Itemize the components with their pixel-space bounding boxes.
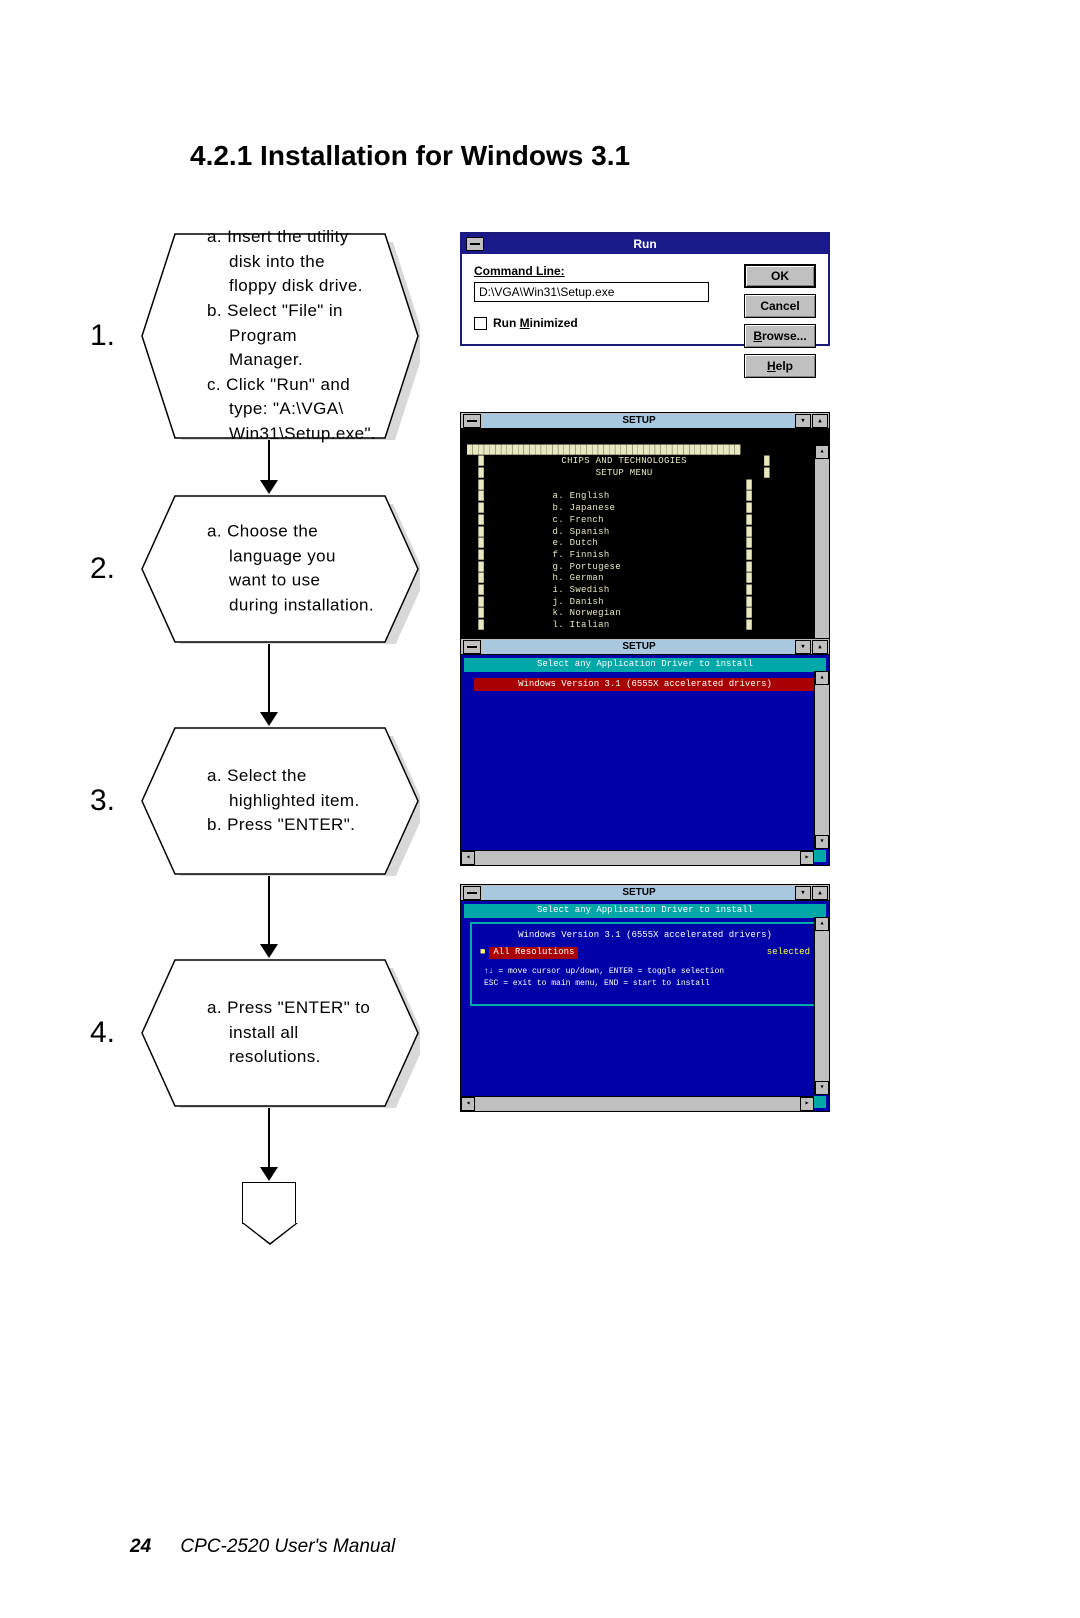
panel-instruction-1: ↑↓ = move cursor up/down, ENTER = toggle… — [484, 967, 806, 977]
system-menu-icon[interactable] — [463, 640, 481, 654]
driver-header: Select any Application Driver to install — [464, 658, 826, 672]
arrow-head-icon — [260, 712, 278, 726]
dos-heading1: CHIPS AND TECHNOLOGIES — [484, 456, 764, 468]
step-2a: a. Choose the language you want to use d… — [207, 520, 375, 619]
arrow-head-icon — [260, 1167, 278, 1181]
selected-item: All Resolutions — [489, 947, 578, 959]
window-title: SETUP — [483, 886, 795, 900]
run-minimized-label: Run Minimized — [493, 316, 578, 330]
window-title: SETUP — [483, 414, 795, 428]
vertical-scrollbar[interactable]: ▴▾ — [814, 917, 829, 1095]
maximize-button[interactable]: ▴ — [812, 414, 828, 428]
selection-panel: Windows Version 3.1 (6555X accelerated d… — [470, 922, 820, 1006]
maximize-button[interactable]: ▴ — [812, 640, 828, 654]
step-1c: c. Click "Run" and type: "A:\VGA\ Win31\… — [207, 373, 375, 447]
step-3b: b. Press "ENTER". — [207, 813, 375, 838]
panel-title: Windows Version 3.1 (6555X accelerated d… — [480, 930, 810, 942]
step-3-number: 3. — [90, 784, 115, 818]
ok-button[interactable]: OK — [744, 264, 816, 288]
border-line: ████████████████████████████████████████… — [467, 445, 741, 455]
arrow-head-icon — [260, 480, 278, 494]
minimize-button[interactable]: ▾ — [795, 886, 811, 900]
step-4-number: 4. — [90, 1016, 115, 1050]
selected-status: selected — [767, 947, 810, 959]
command-line-input[interactable] — [474, 282, 709, 302]
flow-arrow — [268, 1108, 270, 1168]
page-number: 24 — [130, 1536, 151, 1557]
vertical-scrollbar[interactable]: ▴▾ — [814, 671, 829, 849]
section-title: 4.2.1 Installation for Windows 3.1 — [190, 140, 950, 172]
highlighted-driver[interactable]: Windows Version 3.1 (6555X accelerated d… — [474, 678, 816, 692]
minimize-button[interactable]: ▾ — [795, 414, 811, 428]
help-button[interactable]: Help — [744, 354, 816, 378]
step-4-box: 4. a. Press "ENTER" to install all resol… — [140, 958, 420, 1108]
doc-title: CPC-2520 User's Manual — [180, 1536, 395, 1557]
flow-arrow — [268, 876, 270, 946]
dos-heading2: SETUP MENU — [484, 468, 764, 480]
driver-header: Select any Application Driver to install — [464, 904, 826, 918]
arrow-head-icon — [260, 944, 278, 958]
step-1-number: 1. — [90, 319, 115, 353]
resolution-row[interactable]: ■ All Resolutions selected — [480, 947, 810, 959]
step-2-number: 2. — [90, 552, 115, 586]
run-dialog: Run Command Line: Run Minimized OK Cance… — [460, 232, 830, 346]
dos-body: Select any Application Driver to install… — [461, 655, 829, 865]
step-1b: b. Select "File" in Program Manager. — [207, 299, 375, 373]
system-menu-icon[interactable] — [463, 886, 481, 900]
dos-body: Select any Application Driver to install… — [461, 901, 829, 1111]
flow-terminator — [242, 1182, 296, 1224]
maximize-button[interactable]: ▴ — [812, 886, 828, 900]
step-1a: a. Insert the utility disk into the flop… — [207, 225, 375, 299]
setup-driver-window: SETUP ▾ ▴ Select any Application Driver … — [460, 638, 830, 866]
step-3-box: 3. a. Select the highlighted item. b. Pr… — [140, 726, 420, 876]
setup-resolution-window: SETUP ▾ ▴ Select any Application Driver … — [460, 884, 830, 1112]
horizontal-scrollbar[interactable]: ◂▸ — [461, 850, 814, 865]
panel-instruction-2: ESC = exit to main menu, END = start to … — [484, 979, 806, 989]
step-4a: a. Press "ENTER" to install all resoluti… — [207, 996, 375, 1070]
browse-button[interactable]: Browse... — [744, 324, 816, 348]
system-menu-icon[interactable] — [466, 237, 484, 251]
minimize-button[interactable]: ▾ — [795, 640, 811, 654]
flow-arrow — [268, 644, 270, 714]
step-2-box: 2. a. Choose the language you want to us… — [140, 494, 420, 644]
cancel-button[interactable]: Cancel — [744, 294, 816, 318]
horizontal-scrollbar[interactable]: ◂▸ — [461, 1096, 814, 1111]
run-title-text: Run — [633, 237, 656, 251]
step-1-box: 1. a. Insert the utility disk into the f… — [140, 232, 420, 440]
step-3a: a. Select the highlighted item. — [207, 764, 375, 813]
run-minimized-checkbox[interactable] — [474, 317, 487, 330]
command-line-label: Command Line: — [474, 264, 565, 278]
flow-arrow — [268, 440, 270, 482]
system-menu-icon[interactable] — [463, 414, 481, 428]
page-footer: 24 CPC-2520 User's Manual — [130, 1536, 395, 1558]
window-title: SETUP — [483, 640, 795, 654]
run-title-bar: Run — [462, 234, 828, 254]
